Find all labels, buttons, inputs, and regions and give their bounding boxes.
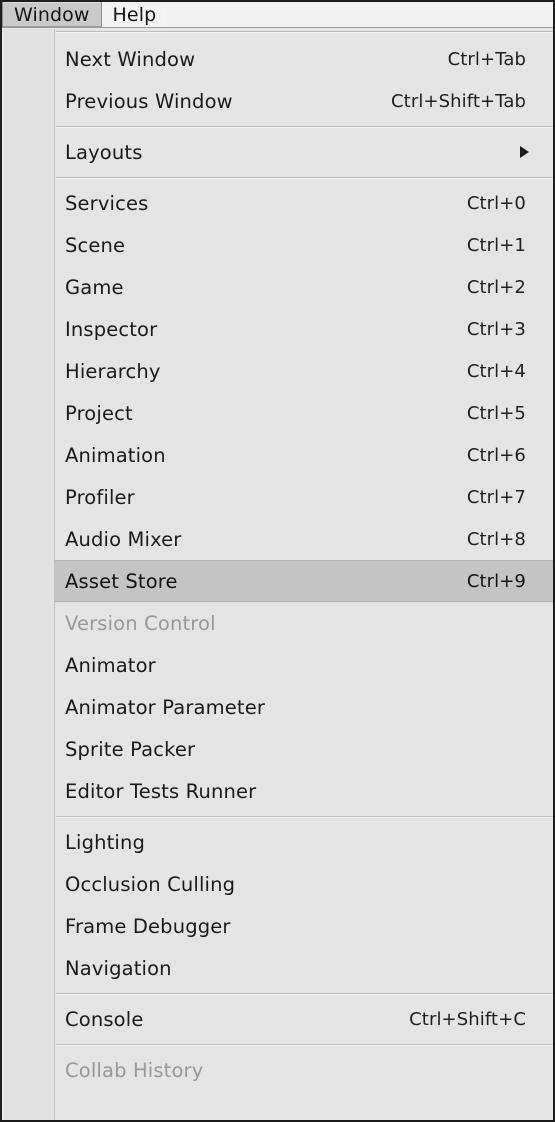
menu-item-label: Collab History <box>65 1058 204 1082</box>
menu-item-shortcut: Ctrl+9 <box>466 570 526 592</box>
menu-item-label: Next Window <box>65 47 196 71</box>
menu-item-label: Game <box>65 275 124 299</box>
menu-item-label: Lighting <box>65 830 146 854</box>
menu-item-shortcut: Ctrl+Shift+C <box>409 1008 526 1030</box>
menu-item-shortcut: Ctrl+5 <box>466 402 526 424</box>
menu-item-label: Editor Tests Runner <box>65 779 257 803</box>
menu-item-asset-store[interactable]: Asset Store Ctrl+9 <box>2 560 553 602</box>
menu-separator <box>2 29 553 38</box>
menu-item-shortcut: Ctrl+1 <box>466 234 526 256</box>
menu-item-shortcut: Ctrl+7 <box>466 486 526 508</box>
menu-item-services[interactable]: Services Ctrl+0 <box>2 182 553 224</box>
menu-item-game[interactable]: Game Ctrl+2 <box>2 266 553 308</box>
menu-item-animation[interactable]: Animation Ctrl+6 <box>2 434 553 476</box>
menu-item-navigation[interactable]: Navigation <box>2 947 553 989</box>
menu-item-profiler[interactable]: Profiler Ctrl+7 <box>2 476 553 518</box>
menu-separator <box>2 1040 553 1049</box>
menu-item-label: Profiler <box>65 485 135 509</box>
menu-item-animator[interactable]: Animator <box>2 644 553 686</box>
menu-item-shortcut: Ctrl+6 <box>466 444 526 466</box>
menu-bar: Window Help <box>2 2 553 28</box>
menu-item-next-window[interactable]: Next Window Ctrl+Tab <box>2 38 553 80</box>
menu-item-label: Previous Window <box>65 89 233 113</box>
menu-item-inspector[interactable]: Inspector Ctrl+3 <box>2 308 553 350</box>
menu-item-editor-tests-runner[interactable]: Editor Tests Runner <box>2 770 553 812</box>
unity-window-menu-screenshot: Window Help Next Window Ctrl+Tab Previou… <box>0 0 555 1122</box>
window-menu-dropdown: Next Window Ctrl+Tab Previous Window Ctr… <box>2 29 553 1120</box>
chevron-right-icon <box>520 146 529 158</box>
menu-item-project[interactable]: Project Ctrl+5 <box>2 392 553 434</box>
menu-item-collab-history: Collab History <box>2 1049 553 1091</box>
menu-item-shortcut: Ctrl+Shift+Tab <box>391 90 526 112</box>
menu-item-label: Inspector <box>65 317 158 341</box>
menu-item-label: Animation <box>65 443 166 467</box>
menu-item-shortcut: Ctrl+8 <box>466 528 526 550</box>
menubar-item-help[interactable]: Help <box>101 2 168 27</box>
menu-item-frame-debugger[interactable]: Frame Debugger <box>2 905 553 947</box>
menu-item-label: Audio Mixer <box>65 527 182 551</box>
menu-item-label: Console <box>65 1007 144 1031</box>
menu-separator <box>2 812 553 821</box>
menu-item-label: Occlusion Culling <box>65 872 236 896</box>
menubar-item-window[interactable]: Window <box>2 2 102 27</box>
menu-item-shortcut: Ctrl+4 <box>466 360 526 382</box>
menu-item-list: Next Window Ctrl+Tab Previous Window Ctr… <box>2 29 553 1091</box>
menu-separator <box>2 989 553 998</box>
menu-item-label: Asset Store <box>65 569 178 593</box>
menu-item-shortcut: Ctrl+Tab <box>447 48 526 70</box>
menu-item-shortcut: Ctrl+2 <box>466 276 526 298</box>
menu-item-shortcut: Ctrl+3 <box>466 318 526 340</box>
menu-item-animator-parameter[interactable]: Animator Parameter <box>2 686 553 728</box>
menu-item-hierarchy[interactable]: Hierarchy Ctrl+4 <box>2 350 553 392</box>
menu-separator <box>2 173 553 182</box>
menu-item-label: Layouts <box>65 140 143 164</box>
menu-item-label: Version Control <box>65 611 216 635</box>
menu-item-previous-window[interactable]: Previous Window Ctrl+Shift+Tab <box>2 80 553 122</box>
menu-item-label: Services <box>65 191 149 215</box>
menu-item-lighting[interactable]: Lighting <box>2 821 553 863</box>
menu-item-label: Hierarchy <box>65 359 161 383</box>
menu-item-label: Navigation <box>65 956 172 980</box>
menu-item-audio-mixer[interactable]: Audio Mixer Ctrl+8 <box>2 518 553 560</box>
menu-item-scene[interactable]: Scene Ctrl+1 <box>2 224 553 266</box>
menu-item-label: Scene <box>65 233 126 257</box>
menu-item-sprite-packer[interactable]: Sprite Packer <box>2 728 553 770</box>
menu-item-label: Sprite Packer <box>65 737 196 761</box>
menu-item-label: Project <box>65 401 133 425</box>
menu-item-label: Animator <box>65 653 156 677</box>
menu-item-layouts[interactable]: Layouts <box>2 131 553 173</box>
menu-item-shortcut: Ctrl+0 <box>466 192 526 214</box>
menu-item-label: Frame Debugger <box>65 914 231 938</box>
menu-item-version-control: Version Control <box>2 602 553 644</box>
menu-separator <box>2 122 553 131</box>
menu-item-console[interactable]: Console Ctrl+Shift+C <box>2 998 553 1040</box>
menu-item-occlusion-culling[interactable]: Occlusion Culling <box>2 863 553 905</box>
menu-item-label: Animator Parameter <box>65 695 266 719</box>
